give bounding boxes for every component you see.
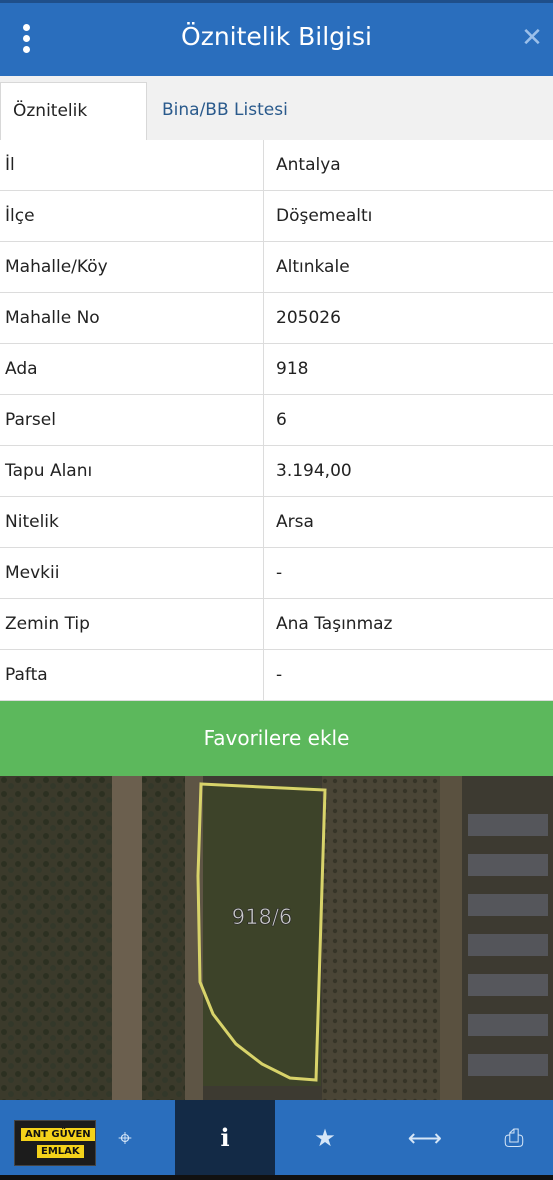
table-row: İl Antalya (0, 140, 553, 191)
locate-icon: ⌖ (118, 1124, 132, 1152)
table-row: Tapu Alanı 3.194,00 (0, 446, 553, 497)
attribute-value: 6 (276, 410, 287, 430)
attribute-key: İl (5, 155, 15, 175)
attribute-key: Zemin Tip (5, 614, 90, 634)
tab-bina-bb-listesi[interactable]: Bina/BB Listesi (150, 82, 300, 140)
attribute-value: 3.194,00 (276, 461, 352, 481)
locate-button[interactable]: ⌖ (75, 1100, 175, 1175)
attribute-key: Nitelik (5, 512, 59, 532)
measure-icon: ⟷ (407, 1124, 443, 1152)
parcel-label: 918/6 (232, 905, 293, 929)
dirt-road-right (440, 776, 462, 1100)
attribute-table: İl Antalya İlçe Döşemealtı Mahalle/Köy Altı… (0, 140, 553, 701)
app-header: Öznitelik Bilgisi ✕ (0, 0, 553, 76)
tree-area-left (0, 776, 115, 1100)
tab-oznitelik-bilgisi[interactable]: Öznitelik Bilgisi (0, 82, 147, 177)
attribute-key: Pafta (5, 665, 48, 685)
table-row: Zemin Tip Ana Taşınmaz (0, 599, 553, 650)
table-row: Parsel 6 (0, 395, 553, 446)
print-icon: ⎙ (504, 1124, 524, 1152)
page-title: Öznitelik Bilgisi (181, 22, 372, 51)
header-top-line (0, 0, 553, 3)
add-to-favorites-button[interactable]: Favorilere ekle (0, 701, 553, 776)
attribute-key: Tapu Alanı (5, 461, 93, 481)
close-icon[interactable]: ✕ (521, 25, 543, 51)
info-icon: i (220, 1123, 230, 1152)
tab-bar: Öznitelik Bilgisi Bina/BB Listesi (0, 76, 553, 177)
attribute-key: Ada (5, 359, 38, 379)
parcel-fill (203, 786, 321, 1086)
orchard-area (322, 776, 447, 1100)
satellite-map[interactable]: 918/6 (0, 776, 553, 1100)
info-button[interactable]: i (175, 1100, 275, 1175)
attribute-value: Ana Taşınmaz (276, 614, 393, 634)
table-row: Mahalle/Köy Altınkale (0, 242, 553, 293)
tree-strip (142, 776, 192, 1100)
bottom-toolbar: ANT GÜVEN EMLAK ⌖ i ★ ⟷ ⎙ (0, 1100, 553, 1180)
favorites-button[interactable]: ★ (275, 1100, 375, 1175)
attribute-value: - (276, 665, 283, 685)
attribute-value: Arsa (276, 512, 314, 532)
table-row: Pafta - (0, 650, 553, 701)
dirt-road-left (112, 776, 142, 1100)
table-row: Mevkii - (0, 548, 553, 599)
attribute-key: Mevkii (5, 563, 60, 583)
table-row: Nitelik Arsa (0, 497, 553, 548)
attribute-value: Antalya (276, 155, 341, 175)
attribute-value: 205026 (276, 308, 341, 328)
measure-button[interactable]: ⟷ (375, 1100, 475, 1175)
attribute-value: Döşemealtı (276, 206, 373, 226)
attribute-key: Parsel (5, 410, 56, 430)
map-canvas: 918/6 (0, 776, 553, 1100)
table-row: Mahalle No 205026 (0, 293, 553, 344)
table-row: Ada 918 (0, 344, 553, 395)
bottom-edge (0, 1175, 553, 1180)
print-button[interactable]: ⎙ (475, 1100, 553, 1175)
attribute-key: İlçe (5, 206, 35, 226)
star-icon: ★ (314, 1124, 336, 1152)
attribute-key: Mahalle/Köy (5, 257, 108, 277)
attribute-key: Mahalle No (5, 308, 100, 328)
attribute-value: Altınkale (276, 257, 350, 277)
table-row: İlçe Döşemealtı (0, 191, 553, 242)
attribute-value: - (276, 563, 283, 583)
attribute-value: 918 (276, 359, 309, 379)
